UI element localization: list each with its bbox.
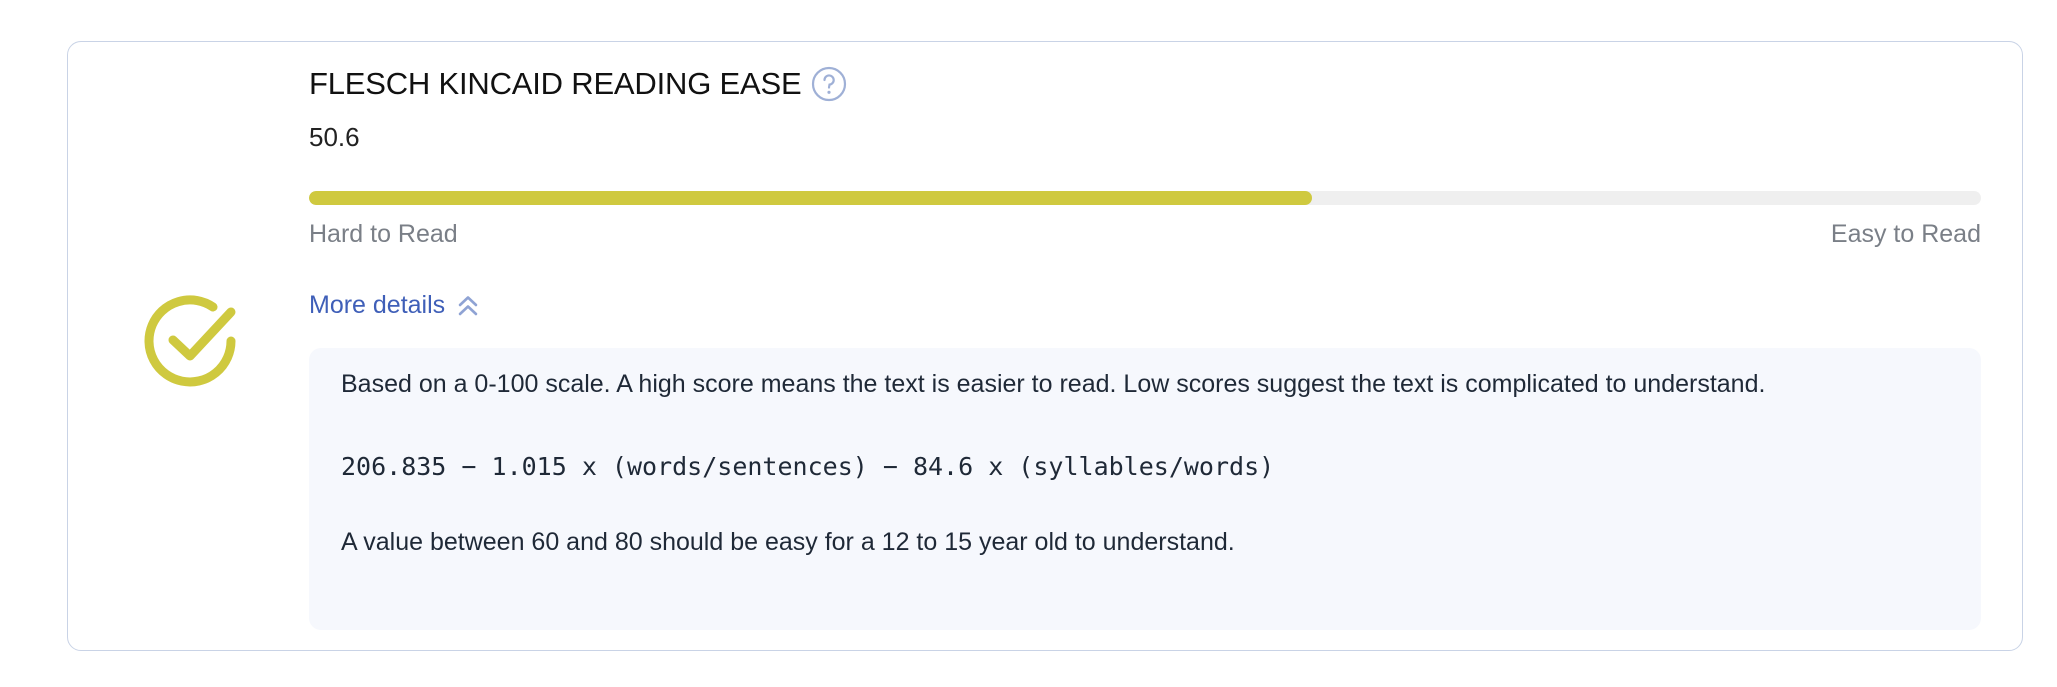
details-guidance: A value between 60 and 80 should be easy… <box>341 528 1235 556</box>
metric-header: FLESCH KINCAID READING EASE <box>309 60 847 108</box>
scale-label-hard: Hard to Read <box>309 220 458 248</box>
details-formula: 206.835 − 1.015 x (words/sentences) − 84… <box>341 452 1275 481</box>
details-description: Based on a 0-100 scale. A high score mea… <box>341 370 1766 398</box>
score-progress-bar <box>309 191 1981 205</box>
check-circle-icon <box>144 295 236 387</box>
metric-title: FLESCH KINCAID READING EASE <box>309 66 802 101</box>
details-panel: Based on a 0-100 scale. A high score mea… <box>309 348 1981 630</box>
scale-label-easy: Easy to Read <box>1830 220 1981 248</box>
more-details-label: More details <box>309 291 446 319</box>
double-chevron-up-icon <box>458 295 478 315</box>
score-progress-fill <box>309 191 1313 205</box>
question-circle-icon[interactable] <box>811 66 847 102</box>
more-details-toggle[interactable]: More details <box>309 291 479 320</box>
metric-score: 50.6 <box>309 122 360 152</box>
